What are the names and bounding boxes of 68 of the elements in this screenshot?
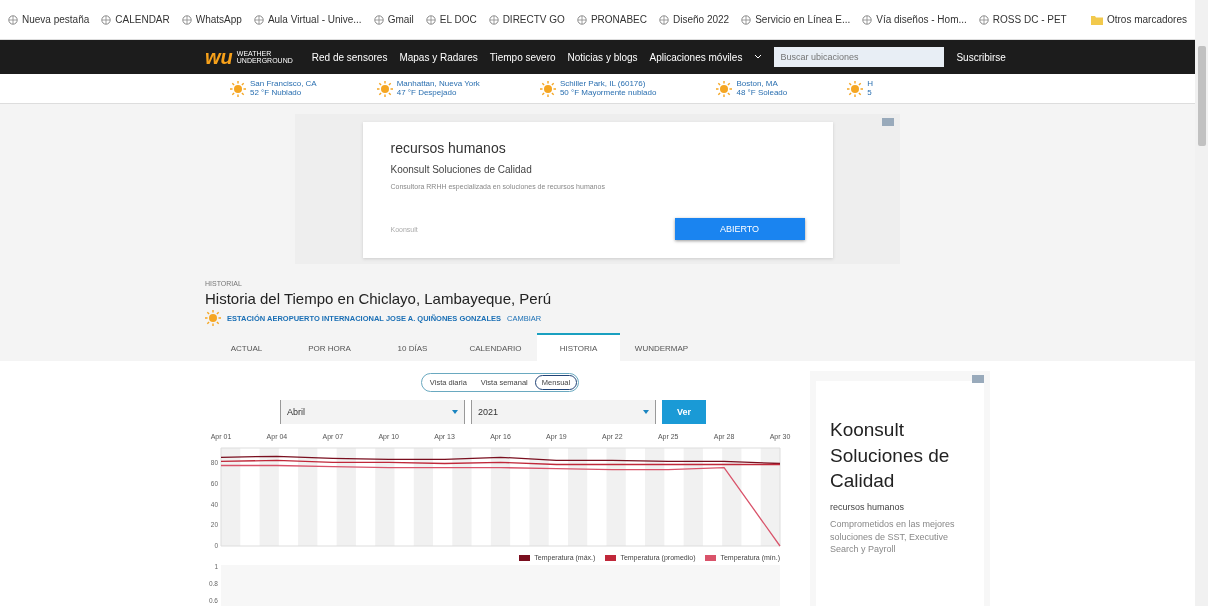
page-tab[interactable]: WUNDERMAP xyxy=(620,333,703,361)
bookmark-link[interactable]: Gmail xyxy=(373,14,414,25)
bookmark-link[interactable]: DIRECTV GO xyxy=(488,14,565,25)
ad-headline: recursos humanos xyxy=(390,140,507,156)
globe-icon xyxy=(181,14,192,25)
globe-icon xyxy=(8,14,18,25)
bookmark-link[interactable]: Nueva pestaña xyxy=(8,14,90,25)
globe-icon xyxy=(373,14,384,25)
ad-description: Comprometidos en las mejores soluciones de SST, Executive Search y Payroll xyxy=(830,517,956,556)
open-button[interactable]: ABIERTO xyxy=(674,218,805,240)
sun-icon xyxy=(539,80,556,97)
chevron-icon[interactable] xyxy=(754,54,763,60)
globe-icon xyxy=(488,14,499,25)
month-select[interactable]: Abril xyxy=(280,400,465,424)
sun-icon xyxy=(230,80,246,97)
nav-link[interactable]: Tiempo severo xyxy=(489,51,556,63)
city-name[interactable]: Boston, MA xyxy=(736,79,788,89)
city-name[interactable]: Schiller Park, IL (60176) xyxy=(559,79,657,89)
globe-icon xyxy=(741,14,752,25)
bookmark-link[interactable]: EL DOC xyxy=(425,14,477,25)
globe-icon xyxy=(978,14,989,25)
bookmark-link[interactable]: Aula Virtual - Unive... xyxy=(253,14,362,25)
city-reading: 47 °F Despejado xyxy=(396,88,458,98)
city-reading: 50 °F Mayormente nublado xyxy=(559,88,657,98)
globe-icon xyxy=(862,14,873,25)
city-reading: 48 °F Soleado xyxy=(736,88,788,98)
page-tab[interactable]: CALENDARIO xyxy=(454,333,537,361)
scrollbar[interactable] xyxy=(1195,0,1208,606)
nav-link[interactable]: Red de sensores xyxy=(311,51,388,63)
folder-icon xyxy=(1090,14,1103,25)
bookmark-link[interactable]: Servicio en Línea E... xyxy=(741,14,851,25)
ad-category: recursos humanos xyxy=(830,501,906,512)
page-tab[interactable]: 10 DÍAS xyxy=(371,333,454,361)
page-tab[interactable]: HISTORIA xyxy=(537,333,620,361)
city-name[interactable]: San Francisco, CA xyxy=(250,79,317,89)
sun-icon xyxy=(847,80,864,97)
bookmark-link[interactable]: CALENDAR xyxy=(101,14,170,25)
scrollbar-thumb[interactable] xyxy=(1197,46,1206,146)
globe-icon xyxy=(425,14,436,25)
bookmark-link[interactable]: PRONABEC xyxy=(576,14,647,25)
page-title: Historia del Tiempo en Chiclayo, Lambayeque, Perú xyxy=(205,290,553,307)
sun-icon xyxy=(376,80,393,97)
bookmark-link[interactable]: Diseño 2022 xyxy=(659,14,730,25)
globe-icon xyxy=(659,14,669,25)
sun-icon xyxy=(205,310,221,326)
globe-icon xyxy=(253,14,264,25)
search-field[interactable]: Buscar ubicaciones xyxy=(774,47,945,67)
sun-icon xyxy=(716,80,733,97)
city-reading: 52 °F Nublado xyxy=(250,88,303,98)
city-name[interactable]: H xyxy=(867,79,874,89)
ad-headline: Koonsult Soluciones de Calidad xyxy=(830,418,951,494)
nav-link[interactable]: Aplicaciones móviles xyxy=(649,51,743,63)
site-logo[interactable]: wu xyxy=(205,45,233,69)
bookmark-link[interactable]: WhatsApp xyxy=(181,14,242,25)
year-select[interactable]: 2021 xyxy=(471,400,656,424)
nav-link[interactable]: Noticias y blogs xyxy=(567,51,638,63)
city-name[interactable]: Manhattan, Nueva York xyxy=(396,79,480,89)
bookmark-link[interactable]: Vía diseños - Hom... xyxy=(862,14,967,25)
nav-link[interactable]: Mapas y Radares xyxy=(399,51,478,63)
globe-icon xyxy=(576,14,587,25)
bookmark-link[interactable]: ROSS DC - PET xyxy=(978,14,1067,25)
subscribe-link[interactable]: Suscribirse xyxy=(956,51,1006,63)
city-reading: 5 xyxy=(867,88,873,98)
bookmark-link[interactable]: Otros marcadores xyxy=(1090,14,1187,25)
ad-advertiser: Koonsult Soluciones de Calidad xyxy=(390,164,533,175)
page-tab[interactable]: ACTUAL xyxy=(205,333,288,361)
globe-icon xyxy=(101,14,112,25)
page-tab[interactable]: POR HORA xyxy=(288,333,371,361)
